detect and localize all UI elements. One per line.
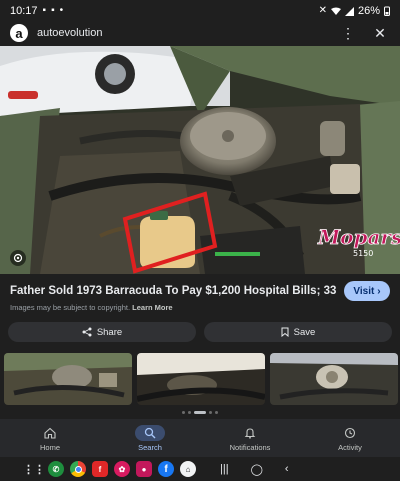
save-button[interactable]: Save bbox=[204, 322, 392, 342]
search-icon bbox=[144, 427, 156, 438]
signal-icon bbox=[344, 6, 354, 16]
message-icon: ▪ bbox=[51, 5, 55, 16]
nav-notifications-label: Notifications bbox=[229, 442, 271, 452]
wifi-icon bbox=[330, 7, 341, 15]
source-logo[interactable]: a bbox=[10, 24, 28, 42]
carousel-dot-active bbox=[194, 410, 206, 414]
home-nav-icon[interactable]: ◯ bbox=[251, 463, 263, 476]
nav-search-label: Search bbox=[138, 442, 162, 452]
home-icon bbox=[44, 427, 56, 439]
nav-activity-label: Activity bbox=[338, 442, 362, 452]
app-grid-icon[interactable]: ⋮⋮ bbox=[23, 461, 45, 477]
main-image[interactable]: Mopars 5150 bbox=[0, 46, 400, 274]
disclaimer-text: Images may be subject to copyright. bbox=[10, 303, 131, 312]
carousel-dot bbox=[188, 410, 191, 414]
related-image-3[interactable] bbox=[270, 353, 398, 405]
status-bar: 10:17 ▪ ▪ • ✕ 26% bbox=[0, 0, 400, 22]
phone-app-icon[interactable]: ✆ bbox=[48, 461, 64, 477]
message-icon: ▪ bbox=[42, 5, 47, 16]
dot-icon: • bbox=[59, 5, 64, 16]
back-icon[interactable]: ‹ bbox=[285, 463, 289, 475]
lens-icon[interactable] bbox=[10, 250, 26, 266]
nav-search[interactable]: Search bbox=[100, 419, 200, 457]
android-taskbar: ⋮⋮ ✆ f ✿ ● f ⌂ ||| ◯ ‹ bbox=[0, 457, 400, 481]
recents-icon[interactable]: ||| bbox=[220, 463, 229, 475]
watermark-number: 5150 bbox=[353, 249, 373, 258]
blossom-app-icon[interactable]: ✿ bbox=[114, 461, 130, 477]
watermark-text: Mopars bbox=[317, 225, 400, 249]
related-image-1[interactable] bbox=[4, 353, 132, 405]
carousel-dot bbox=[215, 410, 218, 414]
nav-notifications[interactable]: Notifications bbox=[200, 419, 300, 457]
copyright-disclaimer: Images may be subject to copyright. Lear… bbox=[10, 303, 173, 312]
result-title[interactable]: Father Sold 1973 Barracuda To Pay $1,200… bbox=[10, 285, 336, 297]
related-image-2[interactable] bbox=[137, 353, 265, 405]
home-app-icon[interactable]: ⌂ bbox=[180, 461, 196, 477]
nav-home[interactable]: Home bbox=[0, 419, 100, 457]
carousel-dot bbox=[182, 410, 185, 414]
battery-level: 26% bbox=[357, 5, 380, 17]
visit-button[interactable]: Visit › bbox=[344, 281, 390, 301]
screen-recorder-app-icon[interactable]: ● bbox=[136, 461, 152, 477]
engine-bay-photo: Mopars 5150 bbox=[0, 46, 400, 274]
bottom-navigation: Home Search Notifications Activity bbox=[0, 419, 400, 457]
visit-label: Visit bbox=[353, 285, 375, 297]
mute-icon: ✕ bbox=[318, 5, 327, 16]
related-images bbox=[0, 353, 400, 405]
more-options-icon[interactable]: ⋮ bbox=[338, 23, 358, 43]
activity-icon bbox=[344, 427, 356, 438]
carousel-dot bbox=[209, 410, 212, 414]
save-label: Save bbox=[293, 326, 316, 338]
result-row: Father Sold 1973 Barracuda To Pay $1,200… bbox=[0, 280, 400, 302]
source-header: a autoevolution ⋮ ✕ bbox=[0, 22, 400, 44]
action-row: Share Save bbox=[8, 322, 392, 342]
carousel-indicator bbox=[0, 409, 400, 415]
facebook-app-icon[interactable]: f bbox=[158, 461, 174, 477]
nav-home-label: Home bbox=[39, 442, 60, 452]
bell-icon bbox=[244, 427, 256, 439]
nav-activity[interactable]: Activity bbox=[300, 419, 400, 457]
share-icon bbox=[82, 327, 92, 337]
status-time: 10:17 bbox=[10, 5, 38, 17]
bookmark-icon bbox=[281, 327, 289, 337]
chrome-app-icon[interactable] bbox=[70, 461, 86, 477]
share-button[interactable]: Share bbox=[8, 322, 196, 342]
learn-more-link[interactable]: Learn More bbox=[132, 303, 172, 312]
flipboard-app-icon[interactable]: f bbox=[92, 461, 108, 477]
close-icon[interactable]: ✕ bbox=[370, 23, 390, 43]
battery-icon bbox=[384, 6, 390, 16]
chevron-right-icon: › bbox=[377, 285, 381, 297]
source-name[interactable]: autoevolution bbox=[37, 27, 326, 39]
share-label: Share bbox=[96, 326, 123, 338]
